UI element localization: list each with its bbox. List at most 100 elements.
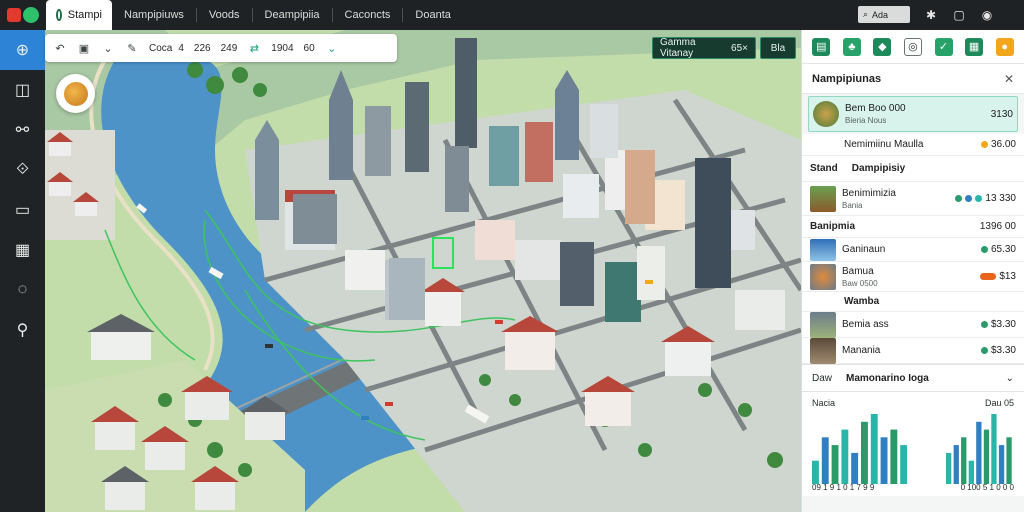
sidebar-item-layers[interactable]: ◫	[0, 70, 45, 110]
select-box-icon[interactable]: ▣	[77, 42, 91, 55]
panel-close-icon[interactable]: ✕	[1004, 72, 1014, 86]
sidebar-item-build[interactable]: ⊕	[0, 30, 45, 70]
chart2-bar	[953, 445, 959, 484]
shield-icon[interactable]: ◆	[873, 37, 892, 56]
coin-icon[interactable]: ●	[995, 37, 1014, 56]
grid-icon[interactable]: ▦	[965, 37, 984, 56]
item3-value-text: $13	[999, 271, 1016, 282]
field1-value: 4	[178, 42, 184, 54]
mayor-avatar-image	[63, 81, 88, 106]
featured-title: Bem Boo 000	[845, 103, 906, 114]
row2-value: 36.00	[980, 139, 1016, 150]
section-wamba: Wamba	[802, 292, 1024, 312]
tab-5[interactable]: Doanta	[403, 0, 462, 30]
tab-2[interactable]: Voods	[197, 0, 252, 30]
chart2-bar	[983, 429, 990, 484]
settings-icon[interactable]: ✱	[924, 8, 938, 22]
tab-3[interactable]: Deampipiia	[253, 0, 332, 30]
item5-title: Manania	[842, 345, 881, 356]
chart-range-dropdown[interactable]: Daw Mamonarino Ioga ⌄	[802, 364, 1024, 392]
check-icon[interactable]: ✓	[934, 37, 953, 56]
section2-label: Banipmia	[810, 221, 856, 232]
charts-footer-left: 09 1 9 1 0 1 7 9 9	[812, 483, 875, 492]
city-map-scene	[45, 30, 801, 512]
item3-dot	[980, 273, 997, 280]
status-pill[interactable]: Gamma Vitanay 65 ×	[652, 37, 756, 59]
item4-title: Bemia ass	[842, 319, 889, 330]
list-item[interactable]: Manania $3.30	[802, 337, 1024, 364]
item1-texts: Benimimizia Bania	[842, 188, 949, 210]
expand-chevron-icon[interactable]: ⌄	[325, 42, 339, 55]
route-tool-icon[interactable]: ⇄	[247, 42, 261, 55]
chart1-bar	[900, 445, 908, 484]
sidebar-item-search[interactable]: ⚲	[0, 310, 45, 350]
featured-sub: Bieria Nous	[845, 116, 887, 125]
row2-texts: Nemimiinu Maulla	[810, 139, 975, 150]
chart2-bar	[961, 437, 967, 484]
featured-item[interactable]: Bem Boo 000 Bieria Nous 3130	[808, 96, 1018, 132]
sidebar-item-stats[interactable]: ▦	[0, 230, 45, 270]
chart1-bar	[841, 429, 849, 484]
chart1-bar	[880, 437, 888, 484]
dropdown-label: Mamonarino Ioga	[846, 372, 929, 384]
item1-value-text: 13 330	[985, 193, 1016, 204]
section1-label: Stand	[810, 163, 838, 174]
tab-active[interactable]: Stampi	[46, 0, 112, 30]
status-action-button[interactable]: Bla	[760, 37, 796, 59]
item5-thumb	[810, 337, 836, 364]
sidebar-item-chat[interactable]: ◌	[0, 270, 45, 310]
field4-value[interactable]: 1904	[271, 43, 293, 54]
list-item[interactable]: Ganinaun 65.30	[802, 238, 1024, 262]
list-item[interactable]: Bemia ass $3.30	[802, 311, 1024, 338]
back-arrow-icon[interactable]: ↶	[53, 42, 67, 55]
logo-green-mark	[23, 7, 39, 23]
sidebar-item-budget[interactable]: ▭	[0, 190, 45, 230]
featured-value: 3130	[991, 109, 1013, 120]
save-icon[interactable]: ▤	[812, 37, 831, 56]
row2-value-text: 36.00	[990, 139, 1016, 150]
close-icon[interactable]: ×	[742, 43, 748, 54]
field3-value[interactable]: 249	[221, 43, 238, 54]
account-icon[interactable]: ◉	[980, 8, 994, 22]
chart2-bar	[991, 414, 997, 484]
section-stand: Stand Dampipisiy	[802, 156, 1024, 182]
item4-texts: Bemia ass	[842, 319, 975, 330]
city-map-viewport[interactable]	[45, 30, 801, 512]
window-icon[interactable]: ▢	[952, 8, 966, 22]
route-icon: ⚯	[15, 122, 30, 139]
section3-title: Wamba	[844, 296, 880, 307]
right-panel: ▤ ♣ ◆ ◎ ✓ ▦ ● Nampipiunas ✕ Bem Boo 000 …	[801, 30, 1024, 512]
item2-title: Ganinaun	[842, 244, 886, 255]
sidebar-item-route[interactable]: ⚯	[0, 110, 45, 150]
list-item[interactable]: Bamua Baw 0500 $13	[802, 262, 1024, 292]
chart1-bar	[861, 421, 868, 484]
app-logo[interactable]	[0, 0, 46, 30]
item2-dot	[980, 246, 988, 253]
lock-icon[interactable]: ◎	[903, 37, 922, 56]
pencil-icon[interactable]: ✎	[125, 42, 139, 55]
item1-sub: Bania	[842, 200, 863, 210]
field5-value[interactable]: 60	[304, 43, 315, 54]
status-action-label: Bla	[770, 42, 786, 54]
list-item[interactable]: Benimimizia Bania 13 330	[802, 182, 1024, 216]
tab-4[interactable]: Caconcts	[333, 0, 403, 30]
budget-icon: ▭	[14, 202, 31, 219]
mayor-avatar[interactable]	[56, 74, 95, 113]
chevron-down-icon[interactable]: ⌄	[101, 42, 115, 55]
sidebar-item-zone[interactable]: ⟐	[0, 150, 45, 190]
search-icon: ⌕	[863, 9, 869, 19]
field1-label: Coca	[149, 42, 173, 54]
chart2-bar	[976, 421, 982, 484]
toolbar-field-1[interactable]: Coca 4	[149, 43, 184, 54]
transit-icon[interactable]: ♣	[842, 37, 861, 56]
item4-dot	[980, 321, 988, 328]
mini-bar-charts	[812, 414, 1012, 484]
list-item[interactable]: Nemimiinu Maulla 36.00	[802, 134, 1024, 156]
item3-value: $13	[980, 271, 1016, 282]
top-search-label: Ada	[872, 9, 889, 20]
tab-1[interactable]: Nampipiuws	[112, 0, 196, 30]
chart2-bar	[946, 452, 952, 484]
featured-value-text: 3130	[990, 108, 1013, 120]
field2-value[interactable]: 226	[194, 43, 211, 54]
top-search-box[interactable]: ⌕ Ada	[858, 6, 910, 23]
